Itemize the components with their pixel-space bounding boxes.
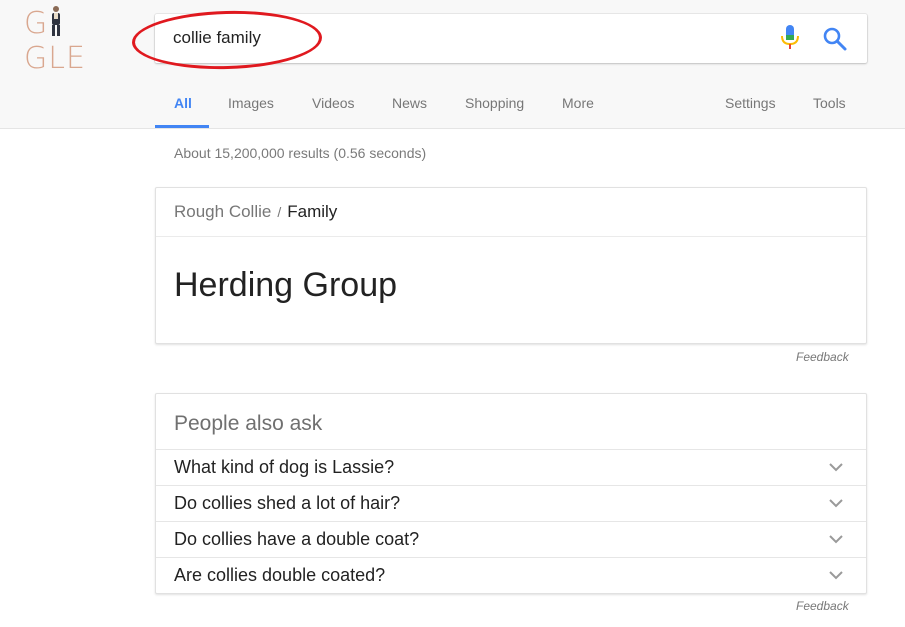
tab-all[interactable]: All xyxy=(174,95,192,111)
chevron-down-icon[interactable] xyxy=(828,461,844,473)
paa-question-2[interactable]: Do collies shed a lot of hair? xyxy=(156,485,866,521)
paa-question-3[interactable]: Do collies have a double coat? xyxy=(156,521,866,557)
google-doodle-logo[interactable]: GGLE xyxy=(24,5,116,76)
tab-shopping[interactable]: Shopping xyxy=(465,95,524,111)
tab-images[interactable]: Images xyxy=(228,95,274,111)
chevron-down-icon[interactable] xyxy=(828,569,844,581)
doodle-figure-icon xyxy=(52,5,61,36)
search-tabs: All Images Videos News Shopping More Set… xyxy=(0,80,905,129)
settings-link[interactable]: Settings xyxy=(725,95,776,111)
paa-question-text: Do collies have a double coat? xyxy=(174,529,420,549)
paa-title: People also ask xyxy=(174,412,323,435)
breadcrumb-separator: / xyxy=(277,204,282,220)
breadcrumb: Rough Collie / Family xyxy=(174,202,337,222)
tab-news[interactable]: News xyxy=(392,95,427,111)
search-icon[interactable] xyxy=(822,26,848,52)
feedback-link[interactable]: Feedback xyxy=(796,599,849,613)
search-input[interactable] xyxy=(173,24,733,52)
results-count: About 15,200,000 results (0.56 seconds) xyxy=(174,145,427,161)
tab-videos[interactable]: Videos xyxy=(312,95,355,111)
answer-text: Herding Group xyxy=(174,266,398,304)
divider xyxy=(156,236,866,237)
header: GGLE All Images Videos News Shopping Mor… xyxy=(0,0,905,129)
chevron-down-icon[interactable] xyxy=(828,533,844,545)
active-tab-indicator xyxy=(155,125,209,128)
paa-question-text: What kind of dog is Lassie? xyxy=(174,457,395,477)
search-box[interactable] xyxy=(155,14,867,63)
paa-question-1[interactable]: What kind of dog is Lassie? xyxy=(156,449,866,485)
paa-question-text: Are collies double coated? xyxy=(174,565,386,585)
chevron-down-icon[interactable] xyxy=(828,497,844,509)
tab-more[interactable]: More xyxy=(562,95,594,111)
tools-link[interactable]: Tools xyxy=(813,95,846,111)
people-also-ask: People also ask What kind of dog is Lass… xyxy=(155,393,867,594)
breadcrumb-current: Family xyxy=(287,202,338,221)
knowledge-panel: Rough Collie / Family Herding Group xyxy=(155,187,867,344)
paa-question-text: Do collies shed a lot of hair? xyxy=(174,493,401,513)
breadcrumb-link[interactable]: Rough Collie xyxy=(174,202,271,221)
paa-question-4[interactable]: Are collies double coated? xyxy=(156,557,866,593)
feedback-link[interactable]: Feedback xyxy=(796,350,849,364)
logo-letters: GGLE xyxy=(24,5,86,76)
microphone-icon[interactable] xyxy=(778,24,802,52)
